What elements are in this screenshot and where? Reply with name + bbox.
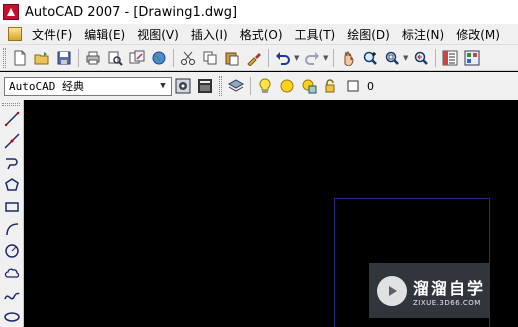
- layer-viewport-icon[interactable]: [299, 76, 319, 96]
- redo-dropdown-icon[interactable]: ▼: [323, 54, 330, 62]
- revision-cloud-icon[interactable]: [0, 262, 24, 284]
- workspace-value: AutoCAD 经典: [9, 80, 84, 93]
- ellipse-icon[interactable]: [0, 306, 24, 327]
- watermark-title: 溜溜自学: [413, 278, 486, 298]
- zoom-previous-icon[interactable]: [411, 48, 431, 68]
- layer-manager-icon[interactable]: [226, 76, 246, 96]
- autocad-app-icon[interactable]: [3, 4, 19, 20]
- my-workspace-icon[interactable]: [195, 76, 215, 96]
- toolbar-grip[interactable]: [3, 47, 6, 68]
- draw-toolbar: [0, 100, 24, 327]
- menu-draw[interactable]: 绘图(D): [341, 26, 396, 43]
- layer-on-icon[interactable]: [255, 76, 275, 96]
- properties-icon[interactable]: [440, 48, 460, 68]
- zoom-window-icon[interactable]: [382, 48, 402, 68]
- menu-edit[interactable]: 编辑(E): [78, 26, 131, 43]
- menu-view[interactable]: 视图(V): [131, 26, 185, 43]
- menu-insert[interactable]: 插入(I): [185, 26, 234, 43]
- toolbar-separator: [173, 48, 174, 67]
- toolbar-separator: [268, 48, 269, 67]
- layer-lock-icon[interactable]: [321, 76, 341, 96]
- layer-color-swatch-icon[interactable]: [343, 76, 363, 96]
- zoom-dropdown-icon[interactable]: ▼: [403, 54, 410, 62]
- menu-file[interactable]: 文件(F): [26, 26, 78, 43]
- construction-line-icon[interactable]: [0, 130, 24, 152]
- rectangle-icon[interactable]: [0, 196, 24, 218]
- menu-bar: 文件(F) 编辑(E) 视图(V) 插入(I) 格式(O) 工具(T) 绘图(D…: [0, 24, 518, 44]
- toolbar-separator: [78, 48, 79, 67]
- polyline-icon[interactable]: [0, 152, 24, 174]
- menu-modify[interactable]: 修改(M): [450, 26, 506, 43]
- watermark-play-icon: [377, 275, 407, 306]
- undo-icon[interactable]: [273, 48, 293, 68]
- new-icon[interactable]: [10, 48, 30, 68]
- workspace-dropdown[interactable]: AutoCAD 经典 ▼: [4, 76, 172, 96]
- toolbar-separator: [435, 48, 436, 67]
- paste-icon[interactable]: [222, 48, 242, 68]
- watermark: 溜溜自学 ZIXUE.3D66.COM: [369, 263, 489, 318]
- toolbar-separator: [250, 77, 251, 95]
- workspace-settings-icon[interactable]: [173, 76, 193, 96]
- design-center-icon[interactable]: [462, 48, 482, 68]
- toolbar-separator: [333, 48, 334, 67]
- open-icon[interactable]: [32, 48, 52, 68]
- save-icon[interactable]: [54, 48, 74, 68]
- circle-icon[interactable]: [0, 240, 24, 262]
- line-icon[interactable]: [0, 108, 24, 130]
- standard-toolbar: ▼ ▼ ▼: [0, 44, 518, 71]
- publish-web-icon[interactable]: [149, 48, 169, 68]
- menu-dimension[interactable]: 标注(N): [396, 26, 450, 43]
- window-title: AutoCAD 2007 - [Drawing1.dwg]: [25, 4, 238, 20]
- workspace-layers-toolbar: AutoCAD 经典 ▼ 0: [0, 72, 518, 100]
- match-properties-icon[interactable]: [244, 48, 264, 68]
- menu-tools[interactable]: 工具(T): [289, 26, 342, 43]
- undo-dropdown-icon[interactable]: ▼: [294, 54, 301, 62]
- redo-icon[interactable]: [302, 48, 322, 68]
- current-layer-name[interactable]: 0: [367, 80, 374, 93]
- copy-icon[interactable]: [200, 48, 220, 68]
- arc-icon[interactable]: [0, 218, 24, 240]
- pan-icon[interactable]: [338, 48, 358, 68]
- watermark-url: ZIXUE.3D66.COM: [413, 298, 481, 307]
- spline-icon[interactable]: [0, 284, 24, 306]
- publish-icon[interactable]: [127, 48, 147, 68]
- zoom-realtime-icon[interactable]: [360, 48, 380, 68]
- title-bar: AutoCAD 2007 - [Drawing1.dwg]: [0, 0, 518, 24]
- chevron-down-icon[interactable]: ▼: [155, 78, 171, 95]
- toolbar-grip[interactable]: [2, 103, 20, 106]
- menu-format[interactable]: 格式(O): [234, 26, 289, 43]
- toolbar-grip[interactable]: [219, 76, 222, 96]
- plot-preview-icon[interactable]: [105, 48, 125, 68]
- print-icon[interactable]: [83, 48, 103, 68]
- cut-icon[interactable]: [178, 48, 198, 68]
- polygon-icon[interactable]: [0, 174, 24, 196]
- layer-thaw-icon[interactable]: [277, 76, 297, 96]
- document-icon[interactable]: [8, 27, 22, 41]
